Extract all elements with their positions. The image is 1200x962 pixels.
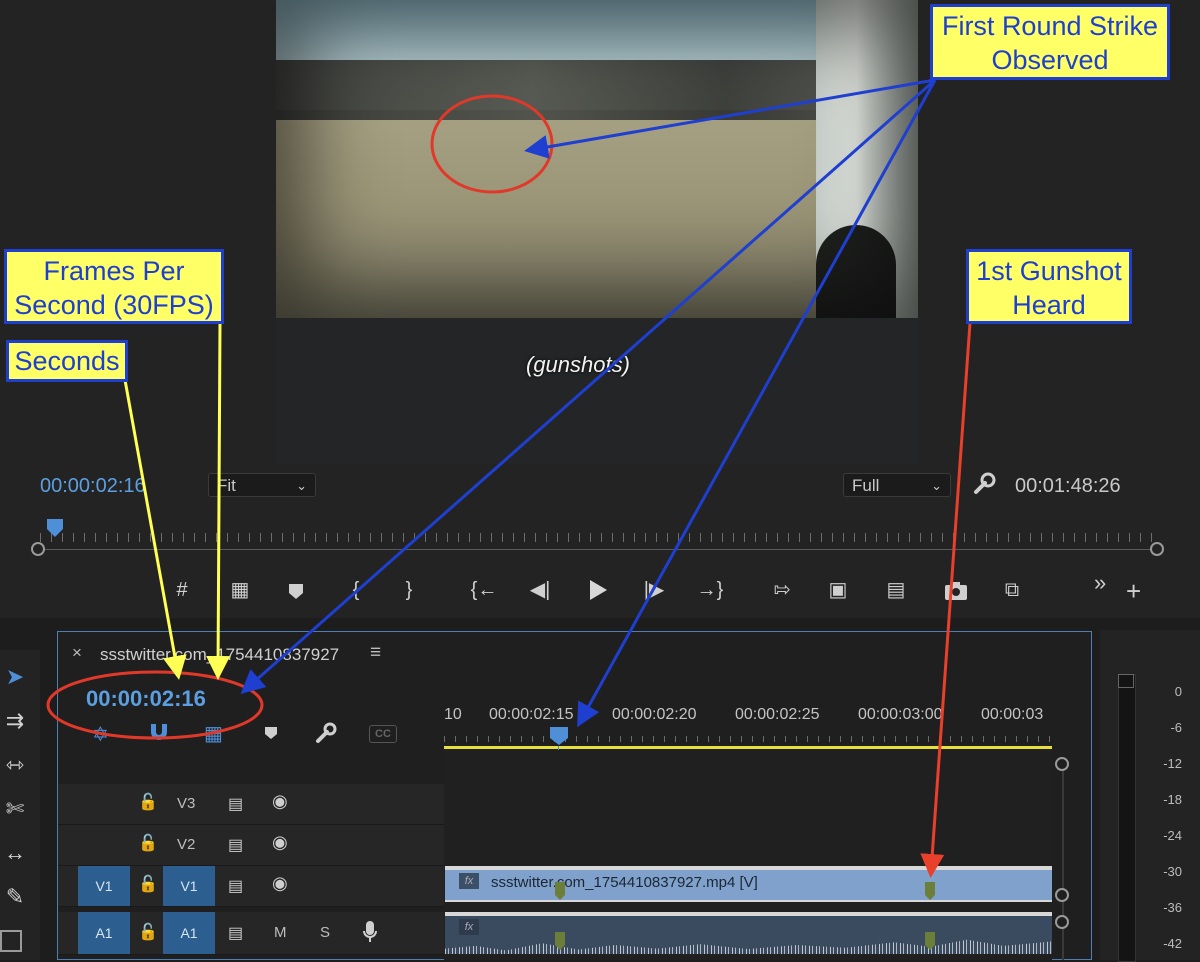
annotation-frames-per-second: Frames Per Second (30FPS)	[4, 249, 224, 324]
annotation-arrows	[46, 78, 972, 878]
annotation-line: Observed	[991, 45, 1109, 75]
annotation-line: First Round Strike	[941, 11, 1159, 41]
annotation-line: 1st Gunshot	[976, 256, 1122, 286]
annotation-line: Heard	[1012, 290, 1086, 320]
arrow-frames	[206, 322, 231, 680]
annotation-seconds: Seconds	[6, 340, 128, 382]
annotation-first-gunshot: 1st Gunshot Heard	[966, 249, 1132, 324]
annotation-line: Second (30FPS)	[14, 290, 214, 320]
arrow-gunshot	[920, 322, 972, 878]
strike-highlight-circle	[430, 94, 554, 194]
annotation-first-round-strike: First Round Strike Observed	[930, 4, 1170, 80]
arrow-to-playhead	[577, 79, 937, 728]
arrow-to-strike	[524, 78, 936, 159]
arrow-seconds	[123, 379, 187, 680]
annotation-line: Frames Per	[43, 256, 185, 286]
timecode-highlight-circle	[46, 670, 264, 740]
arrow-to-timecode	[240, 78, 936, 694]
